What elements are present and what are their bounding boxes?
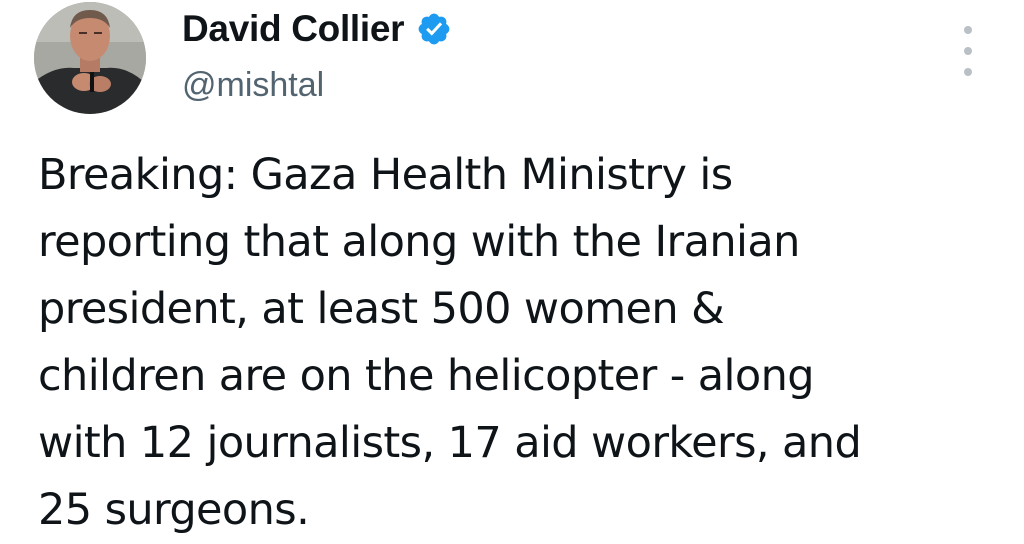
name-row: David Collier [182, 4, 452, 54]
tweet-text-line: with 12 journalists, 17 aid workers, and [38, 418, 862, 468]
author-block: David Collier @mishtal [182, 4, 452, 105]
tweet-text-line: Breaking: Gaza Health Ministry is [38, 150, 733, 200]
tweet-text-line: president, at least 500 women & [38, 284, 725, 334]
tweet-text-line: 25 surgeons. [38, 485, 310, 535]
more-dot [964, 26, 972, 34]
more-options-icon[interactable] [956, 26, 980, 76]
tweet-card: David Collier @mishtal Breaking: Gaza He… [0, 0, 1024, 537]
more-dot [964, 47, 972, 55]
tweet-text-line: reporting that along with the Iranian [38, 217, 800, 267]
handle[interactable]: @mishtal [182, 66, 452, 105]
verified-badge-icon [416, 11, 452, 47]
tweet-text: Breaking: Gaza Health Ministry is report… [38, 142, 998, 544]
more-dot [964, 68, 972, 76]
avatar[interactable] [34, 2, 146, 114]
display-name[interactable]: David Collier [182, 8, 405, 50]
tweet-text-line: children are on the helicopter - along [38, 351, 815, 401]
